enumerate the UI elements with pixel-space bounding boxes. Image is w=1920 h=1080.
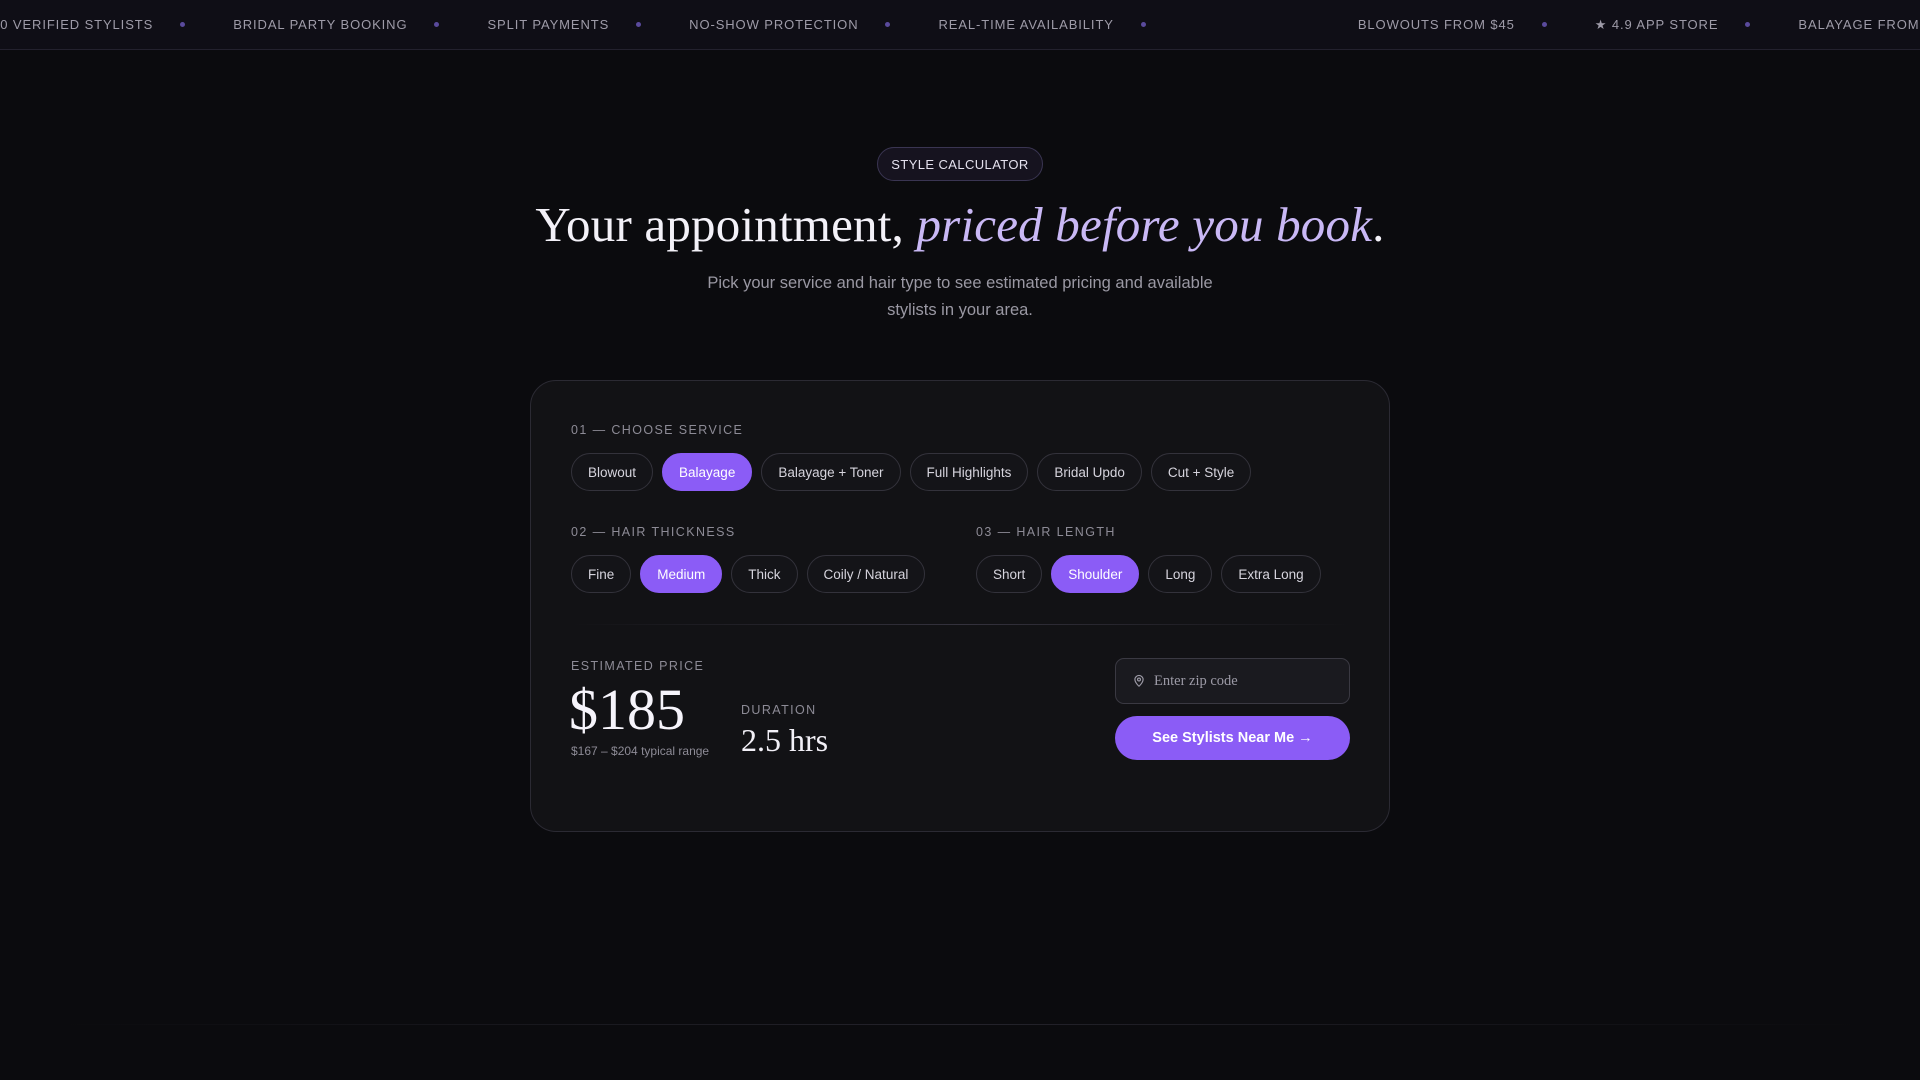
- ticker-track: 800 VERIFIED STYLISTS BRIDAL PARTY BOOKI…: [0, 0, 1920, 49]
- ticker-separator-dot: [636, 22, 642, 27]
- service-chip-balayage[interactable]: Balayage: [662, 453, 753, 491]
- style-calculator-badge: STYLE CALCULATOR: [877, 147, 1043, 181]
- ticker-separator-dot: [1140, 22, 1146, 27]
- thickness-chip-coily-natural[interactable]: Coily / Natural: [806, 555, 926, 593]
- price-range-text: $167 – $204 typical range: [571, 744, 710, 758]
- estimated-price-value: $185: [569, 677, 685, 742]
- ticker-separator-dot: [1745, 22, 1751, 27]
- length-section-label: 03 — HAIR LENGTH: [976, 525, 1116, 539]
- length-chip-extra-long[interactable]: Extra Long: [1221, 555, 1321, 593]
- service-chip-bridal-updo[interactable]: Bridal Updo: [1037, 453, 1142, 491]
- location-pin-icon: [1134, 674, 1144, 687]
- ticker-item: BLOWOUTS FROM $45: [1357, 17, 1515, 32]
- announcement-ticker: 800 VERIFIED STYLISTS BRIDAL PARTY BOOKI…: [0, 0, 1920, 50]
- ticker-item: NO-SHOW PROTECTION: [689, 17, 859, 32]
- length-options: Short Shoulder Long Extra Long: [976, 555, 1321, 593]
- length-chip-long[interactable]: Long: [1148, 555, 1213, 593]
- section-divider: [571, 624, 1351, 625]
- page-subtitle: Pick your service and hair type to see e…: [707, 274, 1213, 319]
- thickness-chip-fine[interactable]: Fine: [571, 555, 632, 593]
- thickness-chip-medium[interactable]: Medium: [640, 555, 723, 593]
- ticker-separator-dot: [180, 22, 186, 27]
- ticker-separator-dot: [434, 22, 440, 27]
- estimated-price-label: ESTIMATED PRICE: [571, 659, 705, 673]
- ticker-item: BRIDAL PARTY BOOKING: [233, 17, 408, 32]
- calculator-card: 01 — CHOOSE SERVICE Blowout Balayage Bal…: [530, 380, 1390, 832]
- duration-value: 2.5 hrs: [741, 722, 829, 758]
- duration-label: DURATION: [741, 703, 817, 717]
- service-chip-balayage-toner[interactable]: Balayage + Toner: [761, 453, 901, 491]
- thickness-section-label: 02 — HAIR THICKNESS: [571, 525, 736, 539]
- ticker-item: ★ 4.9 APP STORE: [1594, 16, 1719, 32]
- ticker-item: 800 VERIFIED STYLISTS: [0, 17, 154, 32]
- service-section-label: 01 — CHOOSE SERVICE: [571, 423, 744, 437]
- length-chip-short[interactable]: Short: [976, 555, 1043, 593]
- length-chip-shoulder[interactable]: Shoulder: [1051, 555, 1140, 593]
- headline-plain: Your appointment,: [535, 197, 917, 252]
- service-options: Blowout Balayage Balayage + Toner Full H…: [571, 453, 1252, 491]
- service-chip-blowout[interactable]: Blowout: [571, 453, 654, 491]
- page-headline: Your appointment, priced before you book…: [0, 196, 1920, 253]
- headline-italic: priced before you book: [916, 197, 1373, 252]
- footer-divider: [60, 1024, 1860, 1025]
- thickness-chip-thick[interactable]: Thick: [731, 555, 798, 593]
- service-chip-cut-style[interactable]: Cut + Style: [1150, 453, 1252, 491]
- ticker-separator-dot: [885, 22, 891, 27]
- ticker-item: SPLIT PAYMENTS: [487, 17, 610, 32]
- zip-code-field[interactable]: [1115, 658, 1350, 704]
- thickness-options: Fine Medium Thick Coily / Natural: [571, 555, 926, 593]
- headline-period: .: [1372, 197, 1385, 252]
- service-chip-full-highlights[interactable]: Full Highlights: [909, 453, 1029, 491]
- ticker-item: BALAYAGE FROM $165: [1798, 17, 1920, 32]
- ticker-item: REAL-TIME AVAILABILITY: [938, 17, 1114, 32]
- ticker-separator-dot: [1541, 22, 1547, 27]
- see-stylists-button[interactable]: See Stylists Near Me →: [1115, 716, 1350, 760]
- zip-code-input[interactable]: [1154, 672, 1344, 690]
